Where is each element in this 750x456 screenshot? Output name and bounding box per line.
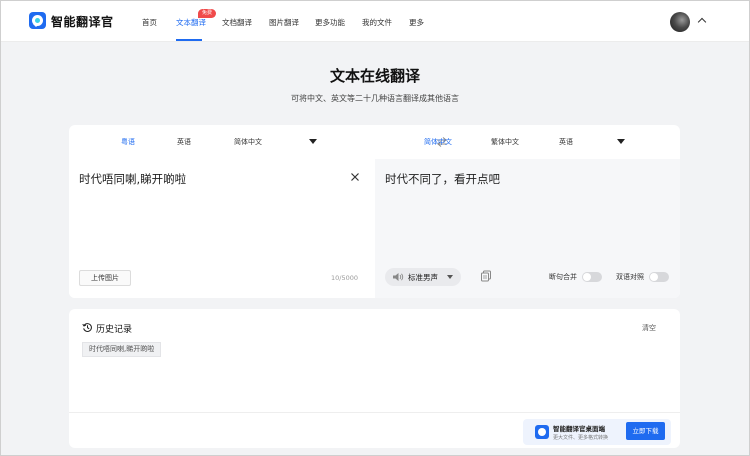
history-title: 历史记录 [96,325,133,335]
source-pane[interactable]: 时代唔同喇,睇开啲啦 上传图片 10/5000 [69,159,375,298]
promo-title: 智能翻译官桌面端 [553,425,605,433]
history-panel: 历史记录 清空 时代唔同喇,睇开啲啦 智能翻译官桌面端 更大文件、更多格式转换 … [69,309,680,448]
bilingual-toggle[interactable] [649,272,669,282]
translated-text: 时代不同了，看开点吧 [385,172,500,186]
copy-icon[interactable] [480,270,492,282]
nav-item-my-files[interactable]: 我的文件 [362,17,392,28]
target-lang-simplified[interactable]: 简体中文 [424,137,452,147]
upload-image-button[interactable]: 上传图片 [79,270,131,286]
translator-card: 粤语 英语 简体中文 简体中文 繁体中文 英语 时代唔同喇,睇开啲啦 上传图片 … [69,125,680,298]
chevron-up-icon[interactable] [697,17,707,27]
nav-item-home[interactable]: 首页 [142,17,157,28]
speaker-icon[interactable] [392,272,404,282]
nav-item-more[interactable]: 更多 [409,17,424,28]
target-pane: 时代不同了，看开点吧 标准男声 断句合并 双语对照 [375,159,680,298]
history-item[interactable]: 时代唔同喇,睇开啲啦 [82,342,162,357]
nav-item-doc-translate[interactable]: 文档翻译 [222,17,252,28]
history-icon [82,323,92,332]
target-lang-traditional[interactable]: 繁体中文 [491,137,519,147]
target-lang-dropdown-icon[interactable] [617,139,625,144]
target-lang-english[interactable]: 英语 [559,137,573,147]
avatar[interactable] [670,12,690,32]
divider [69,412,680,413]
top-nav: 智能翻译官 首页 文本翻译 免费 文档翻译 图片翻译 更多功能 我的文件 更多 [1,1,749,42]
nav-item-text-translate[interactable]: 文本翻译 [176,17,206,28]
free-badge: 免费 [198,9,217,18]
source-text-input[interactable]: 时代唔同喇,睇开啲啦 [79,171,186,187]
source-lang-dropdown-icon[interactable] [309,139,317,144]
promo-subtitle: 更大文件、更多格式转换 [553,435,609,441]
nav-item-image-translate[interactable]: 图片翻译 [269,17,299,28]
voice-select[interactable]: 标准男声 [385,268,461,286]
app-logo-icon [535,425,549,439]
nav-active-underline [176,39,202,41]
bilingual-label: 双语对照 [616,273,644,281]
page-subtitle: 可将中文、英文等二十几种语言翻译成其他语言 [291,94,459,103]
merge-sentences-label: 断句合并 [549,273,577,281]
voice-dropdown-icon [447,275,453,279]
merge-sentences-toggle[interactable] [582,272,602,282]
source-lang-cantonese[interactable]: 粤语 [121,137,135,147]
app-logo-icon[interactable] [29,12,46,29]
language-bar: 粤语 英语 简体中文 简体中文 繁体中文 英语 [69,125,680,159]
clear-text-icon[interactable] [349,171,361,183]
page-title: 文本在线翻译 [329,67,420,85]
source-lang-english[interactable]: 英语 [177,137,191,147]
brand-name[interactable]: 智能翻译官 [51,13,114,30]
nav-item-more-features[interactable]: 更多功能 [315,17,345,28]
char-count: 10/5000 [331,274,359,282]
download-button[interactable]: 立即下载 [626,422,665,440]
clear-history-button[interactable]: 清空 [642,323,656,333]
source-lang-simplified[interactable]: 简体中文 [234,137,262,147]
voice-label: 标准男声 [408,273,438,282]
desktop-promo: 智能翻译官桌面端 更大文件、更多格式转换 立即下载 [523,419,671,445]
